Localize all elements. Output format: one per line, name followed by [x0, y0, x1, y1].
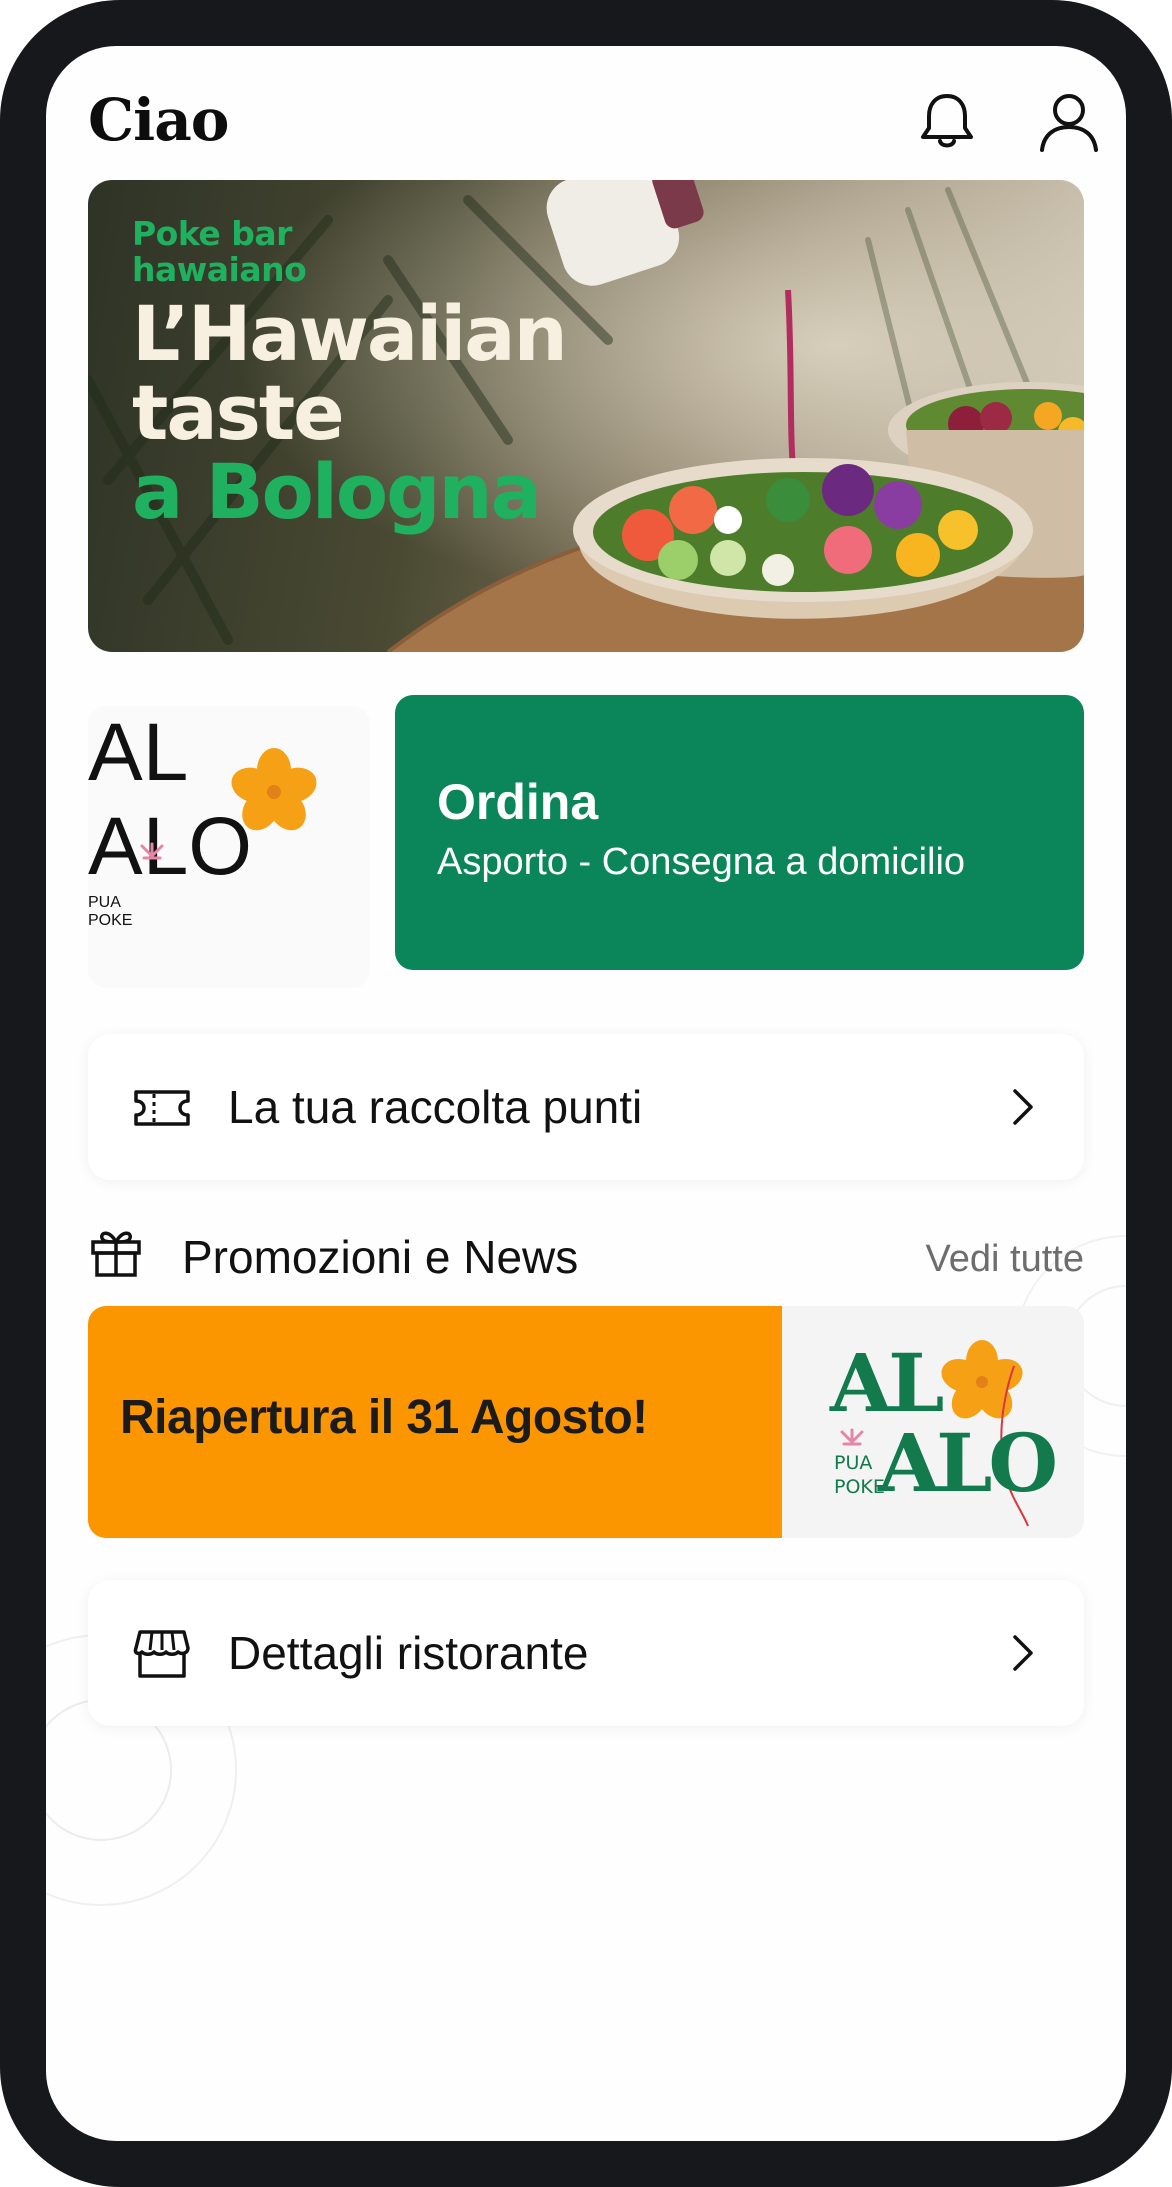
promotions-title: Promozioni e News	[182, 1231, 579, 1283]
hero-banner[interactable]: Poke bar hawaiano L’Hawaiian taste a Bol…	[88, 180, 1084, 652]
gift-icon	[91, 1231, 141, 1277]
banner-headline-line3: a Bologna	[132, 447, 542, 536]
banner-tagline: Poke bar hawaiano	[132, 214, 307, 289]
ticket-icon	[134, 1090, 190, 1126]
banner-headline-line2: taste	[132, 368, 345, 457]
points-label: La tua raccolta punti	[228, 1081, 643, 1133]
order-subtitle: Asporto - Consegna a domicilio	[437, 841, 966, 883]
user-icon[interactable]	[1036, 88, 1102, 154]
restaurant-details-label: Dettagli ristorante	[228, 1627, 589, 1679]
app-screen: Ciao Poke bar hawaiano L’Hawaiian taste …	[46, 46, 1126, 2141]
chevron-right-icon	[1013, 1635, 1033, 1671]
promo-logo-small-poke: POKE	[834, 1476, 885, 1498]
order-button[interactable]: Ordina Asporto - Consegna a domicilio	[395, 695, 1084, 970]
promo-banner-left: Riapertura il 31 Agosto!	[88, 1306, 782, 1538]
promo-logo-small-pua: PUA	[834, 1452, 873, 1474]
promotions-header: Promozioni e News Vedi tutte	[88, 1220, 1084, 1290]
alalo-logo-image	[140, 748, 317, 860]
chevron-right-icon	[1013, 1089, 1033, 1125]
promo-logo-text-bottom: ALO	[878, 1416, 1058, 1510]
restaurant-details-card[interactable]: Dettagli ristorante	[88, 1580, 1084, 1726]
greeting-title: Ciao	[88, 86, 229, 154]
promo-card[interactable]: Riapertura il 31 Agosto! AL ALO PUA POKE	[88, 1306, 1084, 1538]
restaurant-logo: AL ALO PUA POKE	[88, 706, 370, 988]
see-all-link[interactable]: Vedi tutte	[926, 1238, 1084, 1281]
order-title: Ordina	[437, 774, 599, 830]
promo-title: Riapertura il 31 Agosto!	[120, 1391, 648, 1444]
banner-headline: L’Hawaiian taste a Bologna	[132, 294, 592, 531]
bell-icon[interactable]	[914, 88, 980, 154]
points-card[interactable]: La tua raccolta punti	[88, 1034, 1084, 1180]
app-header: Ciao	[88, 68, 1098, 168]
phone-frame: Ciao Poke bar hawaiano L’Hawaiian taste …	[0, 0, 1172, 2187]
store-icon	[133, 1630, 190, 1678]
banner-headline-line1: L’Hawaiian	[132, 289, 568, 378]
